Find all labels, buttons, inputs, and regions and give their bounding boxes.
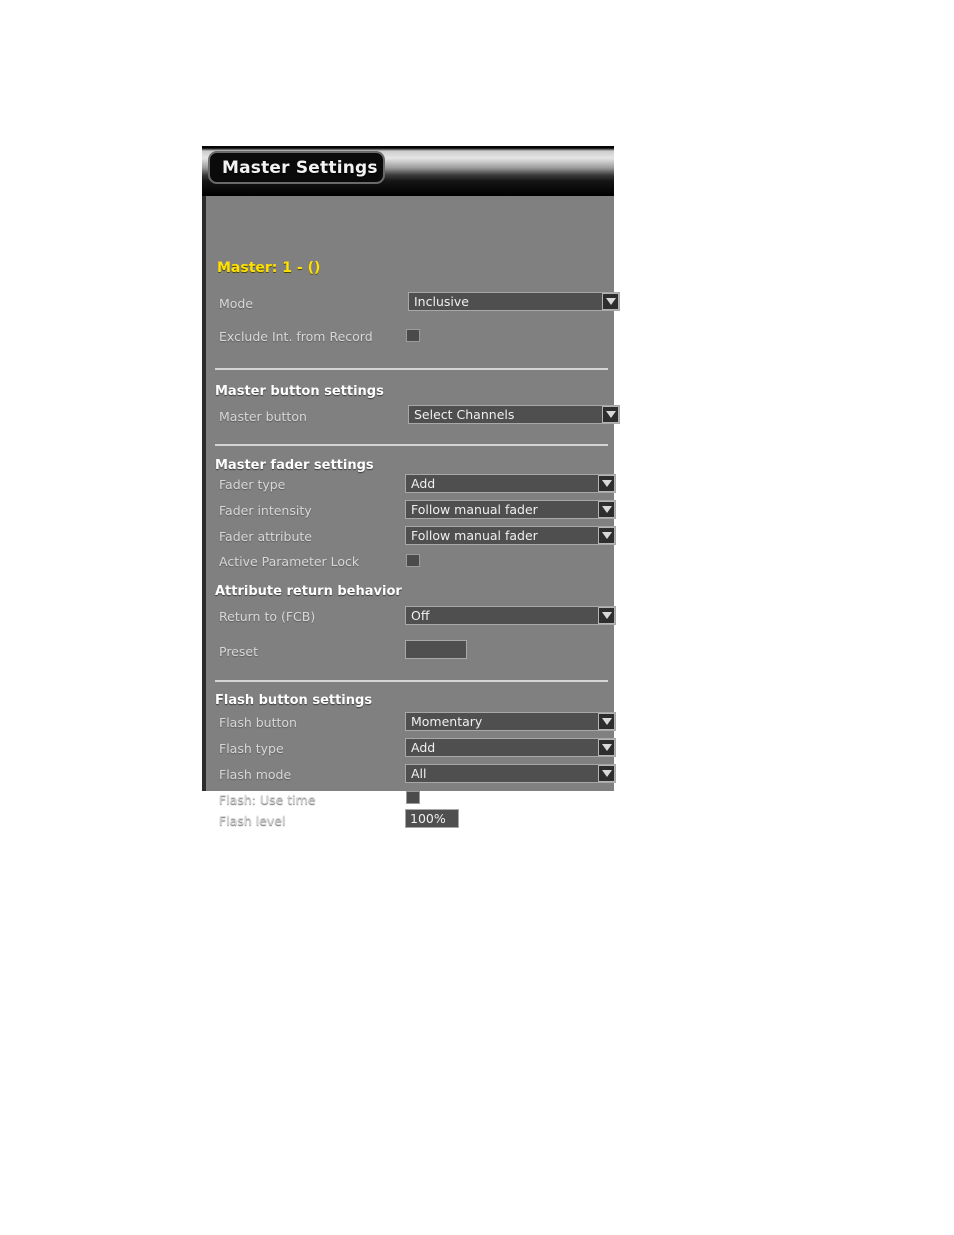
dropdown-fader-attribute[interactable]: Follow manual fader <box>405 526 616 545</box>
dropdown-fader-type[interactable]: Add <box>405 474 616 493</box>
divider-2 <box>215 444 608 446</box>
divider-3 <box>215 680 608 682</box>
chevron-down-icon[interactable] <box>598 475 615 492</box>
dropdown-return-to-fcb[interactable]: Off <box>405 606 616 625</box>
chevron-down-icon[interactable] <box>598 607 615 624</box>
dropdown-fader-intensity[interactable]: Follow manual fader <box>405 500 616 519</box>
dropdown-mode-value: Inclusive <box>414 294 469 309</box>
label-flash-button: Flash button <box>219 715 297 730</box>
window-title: Master Settings <box>222 157 378 178</box>
label-flash-level: Flash level <box>219 813 286 828</box>
dropdown-flash-type-value: Add <box>411 740 436 755</box>
chevron-down-icon[interactable] <box>598 501 615 518</box>
chevron-down-icon[interactable] <box>598 739 615 756</box>
dropdown-master-button[interactable]: Select Channels <box>408 405 620 424</box>
input-preset[interactable] <box>405 640 467 659</box>
dropdown-fader-intensity-value: Follow manual fader <box>411 502 538 517</box>
label-fader-intensity: Fader intensity <box>219 503 312 518</box>
label-active-parameter-lock: Active Parameter Lock <box>219 554 360 569</box>
dropdown-return-to-fcb-value: Off <box>411 608 430 623</box>
heading-master-fader-settings: Master fader settings <box>215 458 374 473</box>
label-flash-mode: Flash mode <box>219 767 292 782</box>
label-return-to-fcb: Return to (FCB) <box>219 609 316 624</box>
chevron-down-icon[interactable] <box>598 765 615 782</box>
dropdown-flash-button[interactable]: Momentary <box>405 712 616 731</box>
divider-1 <box>215 368 608 370</box>
dropdown-master-button-value: Select Channels <box>414 407 515 422</box>
heading-attribute-return-behavior: Attribute return behavior <box>215 584 402 599</box>
dropdown-fader-type-value: Add <box>411 476 436 491</box>
heading-master-button-settings: Master button settings <box>215 384 384 399</box>
dropdown-flash-button-value: Momentary <box>411 714 483 729</box>
label-flash-use-time: Flash: Use time <box>219 792 316 807</box>
chevron-down-icon[interactable] <box>602 293 619 310</box>
heading-flash-button-settings: Flash button settings <box>215 693 373 708</box>
checkbox-active-parameter-lock[interactable] <box>406 554 420 567</box>
settings-panel-body: Master: 1 - () Mode Inclusive Exclude In… <box>202 196 620 828</box>
label-fader-attribute: Fader attribute <box>219 529 312 544</box>
label-flash-type: Flash type <box>219 741 284 756</box>
checkbox-exclude-int-from-record[interactable] <box>406 329 420 342</box>
window-titlebar: Master Settings <box>202 146 614 196</box>
dropdown-flash-type[interactable]: Add <box>405 738 616 757</box>
chevron-down-icon[interactable] <box>598 713 615 730</box>
screenshot-canvas: Master Settings Master: 1 - () Mode Incl… <box>0 0 954 1235</box>
checkbox-flash-use-time[interactable] <box>406 791 420 804</box>
dropdown-mode[interactable]: Inclusive <box>408 292 620 311</box>
chevron-down-icon[interactable] <box>598 527 615 544</box>
label-mode: Mode <box>219 296 254 311</box>
master-settings-window: Master Settings Master: 1 - () Mode Incl… <box>202 146 620 828</box>
label-preset: Preset <box>219 644 258 659</box>
master-header: Master: 1 - () <box>217 260 321 276</box>
titlebar-tab[interactable]: Master Settings <box>208 151 385 184</box>
input-flash-level-value: 100% <box>410 811 446 826</box>
dropdown-flash-mode[interactable]: All <box>405 764 616 783</box>
chevron-down-icon[interactable] <box>602 406 619 423</box>
label-fader-type: Fader type <box>219 477 286 492</box>
label-exclude-int-from-record: Exclude Int. from Record <box>219 329 373 344</box>
label-master-button: Master button <box>219 409 307 424</box>
input-flash-level[interactable]: 100% <box>405 809 459 828</box>
dropdown-flash-mode-value: All <box>411 766 427 781</box>
dropdown-fader-attribute-value: Follow manual fader <box>411 528 538 543</box>
